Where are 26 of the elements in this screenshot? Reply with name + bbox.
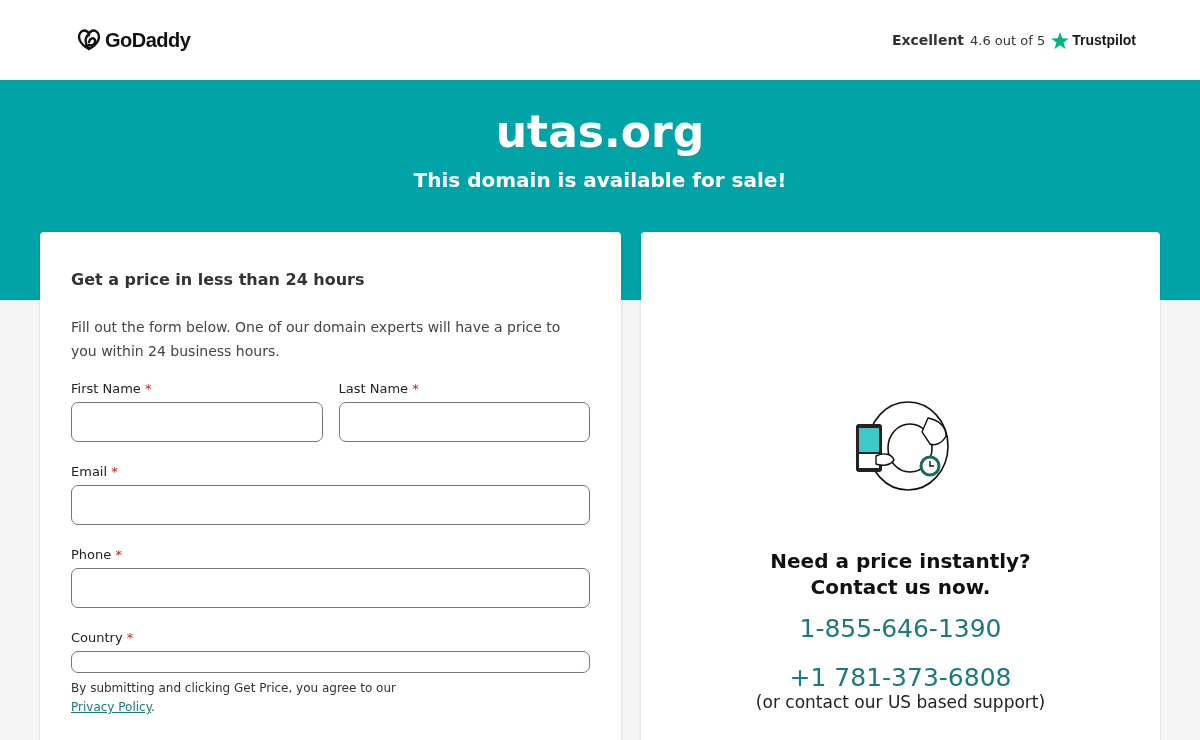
input-field[interactable]: [71, 568, 590, 608]
phone-link[interactable]: 1-855-646-1390: [799, 614, 1002, 643]
star-icon: [1051, 31, 1070, 49]
input-field[interactable]: [71, 485, 590, 525]
field-label: Phone *: [71, 547, 123, 562]
field-label: Email *: [71, 464, 119, 479]
form-intro: Fill out the form below. One of our domain experts will have a price to you within 24 business hours.: [71, 318, 562, 361]
field-label: Last Name *: [338, 381, 420, 396]
input-field[interactable]: [71, 402, 323, 442]
support-note: (or contact our US based support): [755, 692, 1046, 712]
input-field[interactable]: [338, 402, 590, 442]
field-label: Country *: [71, 630, 135, 645]
rating-score: 4.6 out of 5: [970, 32, 1046, 48]
field-label: First Name *: [71, 381, 153, 396]
form-title: Get a price in less than 24 hours: [71, 270, 366, 289]
input-field[interactable]: [71, 651, 590, 673]
rating-label: Excellent: [891, 32, 965, 48]
contact-heading: Need a price instantly?: [770, 548, 1031, 574]
phone-link[interactable]: +1 781-373-6808: [789, 663, 1012, 692]
logo-text: GoDaddy: [105, 28, 191, 52]
consent-text: By submitting and clicking Get Price, you agree to our Privacy Policy.: [71, 680, 397, 716]
sale-tagline: This domain is available for sale!: [412, 168, 788, 193]
trustpilot-brand: Trustpilot: [1072, 32, 1136, 48]
logo-icon: [76, 28, 102, 52]
contact-heading: Contact us now.: [809, 574, 992, 600]
domain-name: utas.org: [494, 108, 706, 157]
